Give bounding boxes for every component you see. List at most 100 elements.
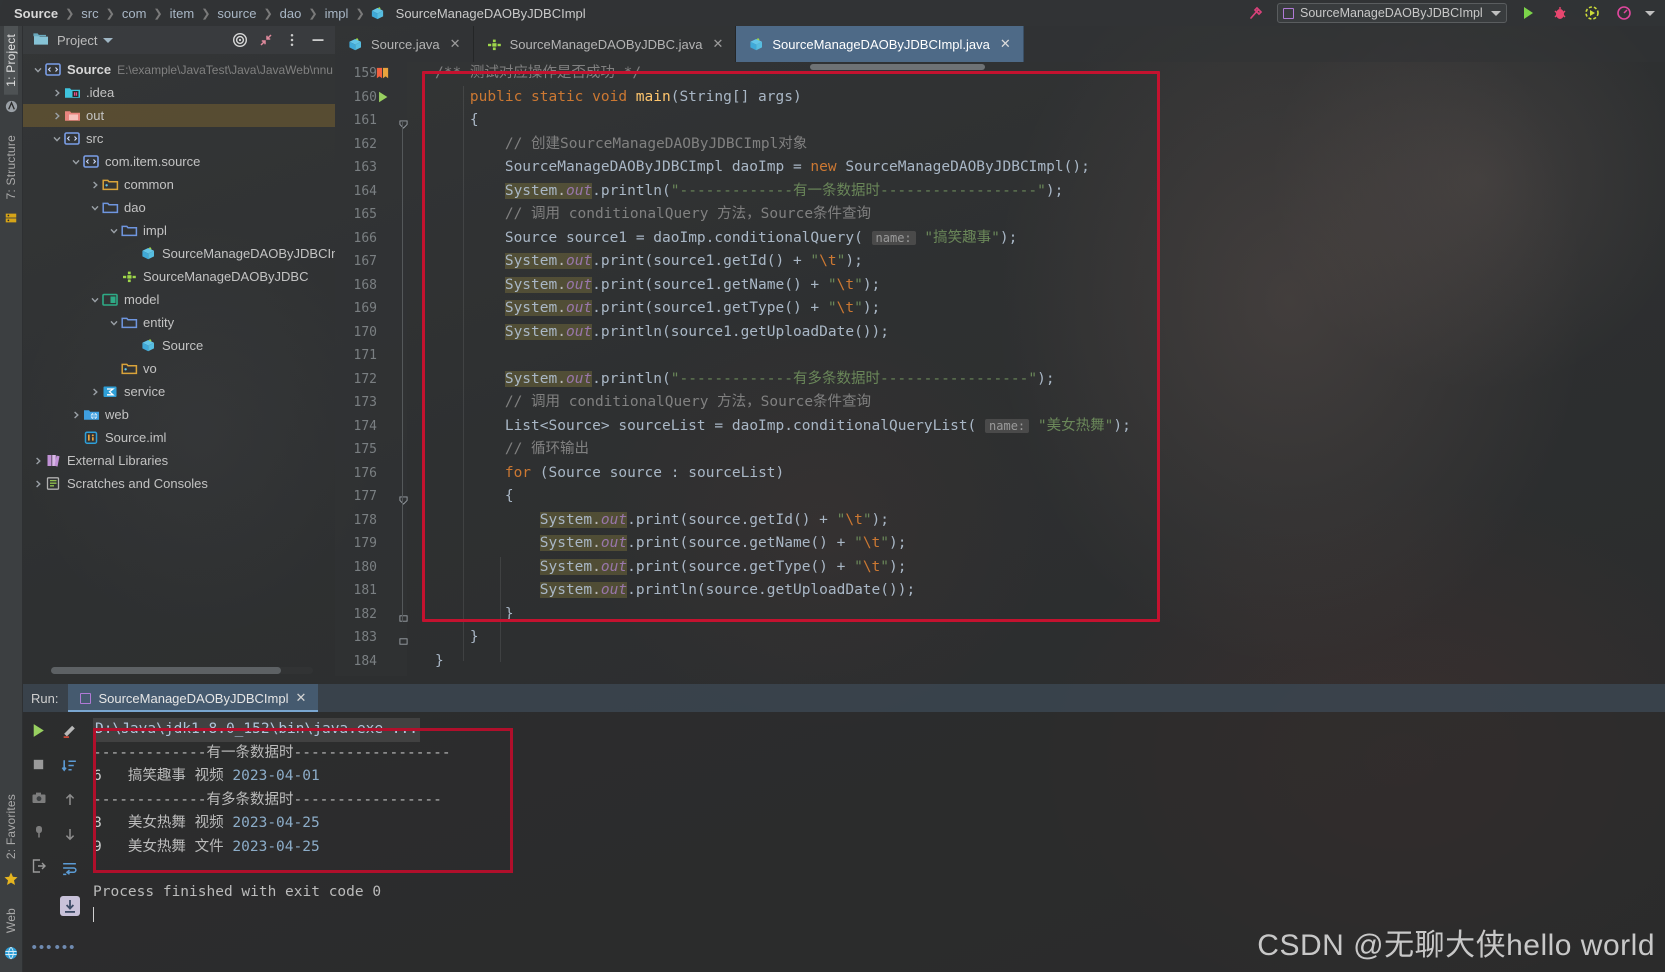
tree-item-external-libraries[interactable]: External Libraries [23, 449, 335, 472]
chevron-down-icon[interactable] [50, 134, 64, 144]
project-tree-hscrollbar[interactable] [51, 667, 313, 674]
code-line-182[interactable]: } [407, 603, 1665, 627]
hide-panel-icon[interactable] [307, 29, 329, 51]
code-line-170[interactable]: System.out.println(source1.getUploadDate… [407, 321, 1665, 345]
tree-item-common[interactable]: common [23, 173, 335, 196]
code-line-172[interactable]: System.out.println("-------------有多条数据时-… [407, 368, 1665, 392]
code-line-174[interactable]: List<Source> sourceList = daoImp.conditi… [407, 415, 1665, 439]
close-icon[interactable]: ✕ [450, 36, 461, 52]
breadcrumb-item-impl[interactable]: impl [321, 6, 353, 21]
run-tab[interactable]: SourceManageDAOByJDBCImpl ✕ [68, 684, 319, 712]
debug-button[interactable] [1549, 2, 1571, 24]
edit-icon[interactable] [61, 722, 78, 744]
sidebar-tab-project[interactable]: 1: Project [4, 26, 18, 95]
sidebar-tab-favorites[interactable]: 2: Favorites [4, 786, 18, 867]
breadcrumb-item-src[interactable]: src [77, 6, 102, 21]
tree-item-vo[interactable]: vo [23, 357, 335, 380]
maven-icon[interactable] [4, 99, 19, 119]
sidebar-tab-web[interactable]: Web [4, 900, 18, 941]
camera-icon[interactable] [31, 790, 47, 811]
profiler-button[interactable] [1613, 2, 1635, 24]
code-line-184[interactable]: } [407, 650, 1665, 674]
tree-item-sourcemanagedaobyjdbc[interactable]: SourceManageDAOByJDBC [23, 265, 335, 288]
run-toolbar-overflow[interactable]: ••• ••• [31, 939, 77, 956]
code-line-159[interactable]: /** 测试对应操作是否成功 */ [407, 62, 1665, 86]
scroll-to-end-icon[interactable] [59, 895, 81, 922]
chevron-right-icon[interactable] [69, 410, 83, 420]
code-line-176[interactable]: for (Source source : sourceList) [407, 462, 1665, 486]
tree-item-source[interactable]: Source [23, 334, 335, 357]
code-line-183[interactable]: } [407, 626, 1665, 650]
code-editor[interactable]: 159 160 161 162 163 164 165 166 167 168 169 170 171 1… [335, 62, 1665, 676]
more-icon[interactable]: ••• [55, 939, 77, 956]
chevron-down-icon[interactable] [69, 157, 83, 167]
tree-item-source[interactable]: Source E:\example\JavaTest\Java\JavaWeb\n… [23, 58, 335, 81]
database-icon[interactable] [4, 211, 18, 230]
code-line-178[interactable]: System.out.print(source.getId() + "\t"); [407, 509, 1665, 533]
chevron-down-icon[interactable] [31, 65, 45, 75]
target-icon[interactable] [229, 29, 251, 51]
chevron-right-icon[interactable] [88, 387, 102, 397]
code-line-175[interactable]: // 循环输出 [407, 438, 1665, 462]
tree-item-out[interactable]: out [23, 104, 335, 127]
chevron-down-icon[interactable] [88, 295, 102, 305]
more-icon[interactable]: ••• [32, 939, 54, 956]
code-line-169[interactable]: System.out.print(source1.getType() + "\t… [407, 297, 1665, 321]
code-line-160[interactable]: public static void main(String[] args) [407, 86, 1665, 110]
breadcrumb-item-source[interactable]: Source [10, 6, 62, 21]
code-line-171[interactable] [407, 344, 1665, 368]
sidebar-tab-structure[interactable]: 7: Structure [4, 127, 18, 207]
code-line-163[interactable]: SourceManageDAOByJDBCImpl daoImp = new S… [407, 156, 1665, 180]
run-configuration-selector[interactable]: SourceManageDAOByJDBCImpl [1277, 3, 1507, 23]
code-line-168[interactable]: System.out.print(source1.getName() + "\t… [407, 274, 1665, 298]
chevron-down-icon[interactable] [107, 226, 121, 236]
code-line-173[interactable]: // 调用 conditionalQuery 方法，Source条件查询 [407, 391, 1665, 415]
code-line-162[interactable]: // 创建SourceManageDAOByJDBCImpl对象 [407, 133, 1665, 157]
close-icon[interactable]: ✕ [1000, 36, 1011, 52]
tree-item-sourcemanagedaobyjdbcim[interactable]: SourceManageDAOByJDBCIm [23, 242, 335, 265]
up-arrow-icon[interactable] [62, 792, 78, 813]
more-options-icon[interactable] [281, 29, 303, 51]
export-icon[interactable] [31, 858, 47, 879]
hammer-icon[interactable] [1245, 2, 1267, 24]
chevron-down-icon[interactable] [88, 203, 102, 213]
chevron-right-icon[interactable] [88, 180, 102, 190]
code-line-180[interactable]: System.out.print(source.getType() + "\t"… [407, 556, 1665, 580]
code-line-181[interactable]: System.out.println(source.getUploadDate(… [407, 579, 1665, 603]
collapse-all-icon[interactable] [255, 29, 277, 51]
close-icon[interactable]: ✕ [712, 36, 723, 52]
sidebar-tab-structure-label[interactable]: 7: Structure [4, 127, 18, 207]
sidebar-tab-project-label[interactable]: 1: Project [4, 26, 18, 95]
bookmark-icon[interactable] [375, 66, 390, 86]
breadcrumb-item-source[interactable]: source [213, 6, 260, 21]
tree-item-dao[interactable]: dao [23, 196, 335, 219]
sidebar-tab-web-label[interactable]: Web [4, 900, 18, 941]
globe-icon[interactable] [3, 945, 19, 966]
tree-item-web[interactable]: web [23, 403, 335, 426]
plug-icon[interactable] [31, 824, 47, 845]
tree-item-com-item-source[interactable]: com.item.source [23, 150, 335, 173]
chevron-down-icon[interactable] [1491, 10, 1501, 16]
chevron-right-icon[interactable] [31, 479, 45, 489]
sidebar-tab-favorites-label[interactable]: 2: Favorites [4, 786, 18, 867]
editor-gutter[interactable]: 159 160 161 162 163 164 165 166 167 168 169 170 171 1… [335, 62, 408, 676]
chevron-right-icon[interactable] [50, 88, 64, 98]
tree-item-scratches-and-consoles[interactable]: Scratches and Consoles [23, 472, 335, 495]
rerun-icon[interactable] [30, 722, 47, 744]
tree-item-impl[interactable]: impl [23, 219, 335, 242]
breadcrumb-item-dao[interactable]: dao [276, 6, 306, 21]
close-icon[interactable]: ✕ [296, 690, 307, 706]
star-icon[interactable] [3, 871, 19, 892]
tree-item-service[interactable]: service [23, 380, 335, 403]
code-line-164[interactable]: System.out.println("-------------有一条数据时-… [407, 180, 1665, 204]
tree-item-entity[interactable]: entity [23, 311, 335, 334]
breadcrumb-item-sourcemanagedaobyjdbcimpl[interactable]: SourceManageDAOByJDBCImpl [392, 6, 590, 21]
sort-icon[interactable] [61, 757, 78, 779]
chevron-down-icon[interactable] [1645, 10, 1655, 16]
editor-tab-sourcemanagedaobyjdbcimpl-java[interactable]: SourceManageDAOByJDBCImpl.java ✕ [736, 26, 1024, 62]
code-line-166[interactable]: Source source1 = daoImp.conditionalQuery… [407, 227, 1665, 251]
code-line-167[interactable]: System.out.print(source1.getId() + "\t")… [407, 250, 1665, 274]
editor-scrollbar[interactable] [810, 64, 985, 70]
tree-item-model[interactable]: model [23, 288, 335, 311]
chevron-down-icon[interactable] [107, 318, 121, 328]
